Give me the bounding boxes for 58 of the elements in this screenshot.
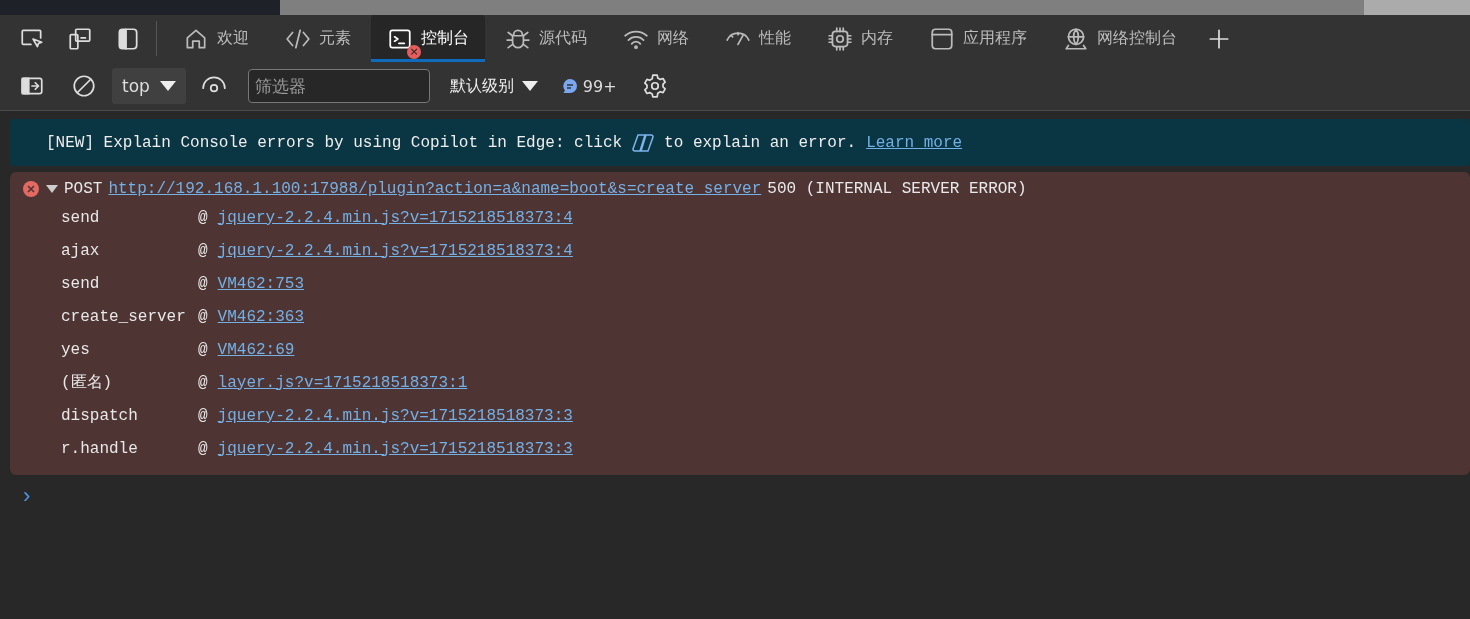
panel-tab[interactable]: 源代码	[489, 15, 603, 62]
function-name: ajax	[61, 241, 101, 260]
error-icon	[22, 180, 40, 198]
source-link[interactable]: VM462:69	[217, 340, 295, 359]
function-name: dispatch	[61, 406, 139, 425]
settings-icon	[641, 73, 668, 99]
panel-tab[interactable]: 元素	[269, 15, 367, 62]
banner-text: [NEW] Explain Console errors by using Copilot in Edge: click	[46, 133, 623, 152]
panel-layout-icon	[115, 25, 141, 52]
chip-icon	[827, 25, 853, 52]
panel-tab[interactable]: × 控制台	[371, 15, 485, 62]
source-link[interactable]: VM462:363	[217, 307, 305, 326]
source-link[interactable]: jquery-2.2.4.min.js?v=1715218518373:4	[217, 208, 573, 227]
message-icon	[561, 78, 578, 94]
at-sign: @	[198, 373, 208, 392]
at-sign: @	[198, 307, 208, 326]
context-dropdown[interactable]: top	[112, 68, 186, 104]
at-sign: @	[198, 208, 208, 227]
request-url-link[interactable]: http://192.168.1.100:17988/plugin?action=a&name=boot&s=create_server	[108, 180, 762, 198]
caret-icon	[521, 80, 538, 92]
function-name: r.handle	[61, 439, 139, 458]
function-name: yes	[61, 340, 91, 359]
at-sign: @	[198, 439, 208, 458]
at-sign: @	[198, 241, 208, 260]
panel-tab[interactable]: 欢迎	[167, 15, 265, 62]
console-prompt[interactable]: ›	[20, 485, 1470, 510]
message-count-button[interactable]: 99+	[551, 76, 627, 96]
function-name: (匿名)	[61, 373, 114, 393]
copilot-icon	[632, 132, 655, 153]
function-name: send	[61, 208, 101, 227]
log-level-dropdown[interactable]: 默认级别	[439, 75, 548, 97]
status-text: 500 (INTERNAL SERVER ERROR)	[767, 180, 1027, 198]
panel-tab[interactable]: 网络	[607, 15, 705, 62]
source-link[interactable]: jquery-2.2.4.min.js?v=1715218518373:3	[217, 439, 573, 458]
panel-tab[interactable]: 网络控制台	[1047, 15, 1193, 62]
at-sign: @	[198, 406, 208, 425]
globe-icon	[1063, 25, 1089, 52]
panel-tab[interactable]: 性能	[709, 15, 807, 62]
clear-icon	[71, 73, 97, 99]
devices-icon	[67, 25, 93, 52]
banner-text: to explain an error.	[664, 133, 857, 152]
source-link[interactable]: layer.js?v=1715218518373:1	[217, 373, 468, 392]
request-method: POST	[64, 180, 103, 198]
source-link[interactable]: VM462:753	[217, 274, 305, 293]
error-badge: ×	[407, 44, 421, 59]
function-name: create_server	[61, 307, 187, 326]
at-sign: @	[198, 340, 208, 359]
learn-more-link[interactable]: Learn more	[866, 133, 963, 152]
source-link[interactable]: jquery-2.2.4.min.js?v=1715218518373:4	[217, 241, 573, 260]
window-icon	[929, 25, 955, 52]
function-name: send	[61, 274, 101, 293]
expand-toggle[interactable]	[46, 184, 58, 194]
caret-icon	[159, 80, 176, 92]
panel-tab[interactable]: 应用程序	[913, 15, 1043, 62]
at-sign: @	[198, 274, 208, 293]
source-link[interactable]: jquery-2.2.4.min.js?v=1715218518373:3	[217, 406, 573, 425]
filter-field[interactable]: 筛选器	[247, 69, 430, 103]
panel-tab[interactable]: 内存	[811, 15, 909, 62]
